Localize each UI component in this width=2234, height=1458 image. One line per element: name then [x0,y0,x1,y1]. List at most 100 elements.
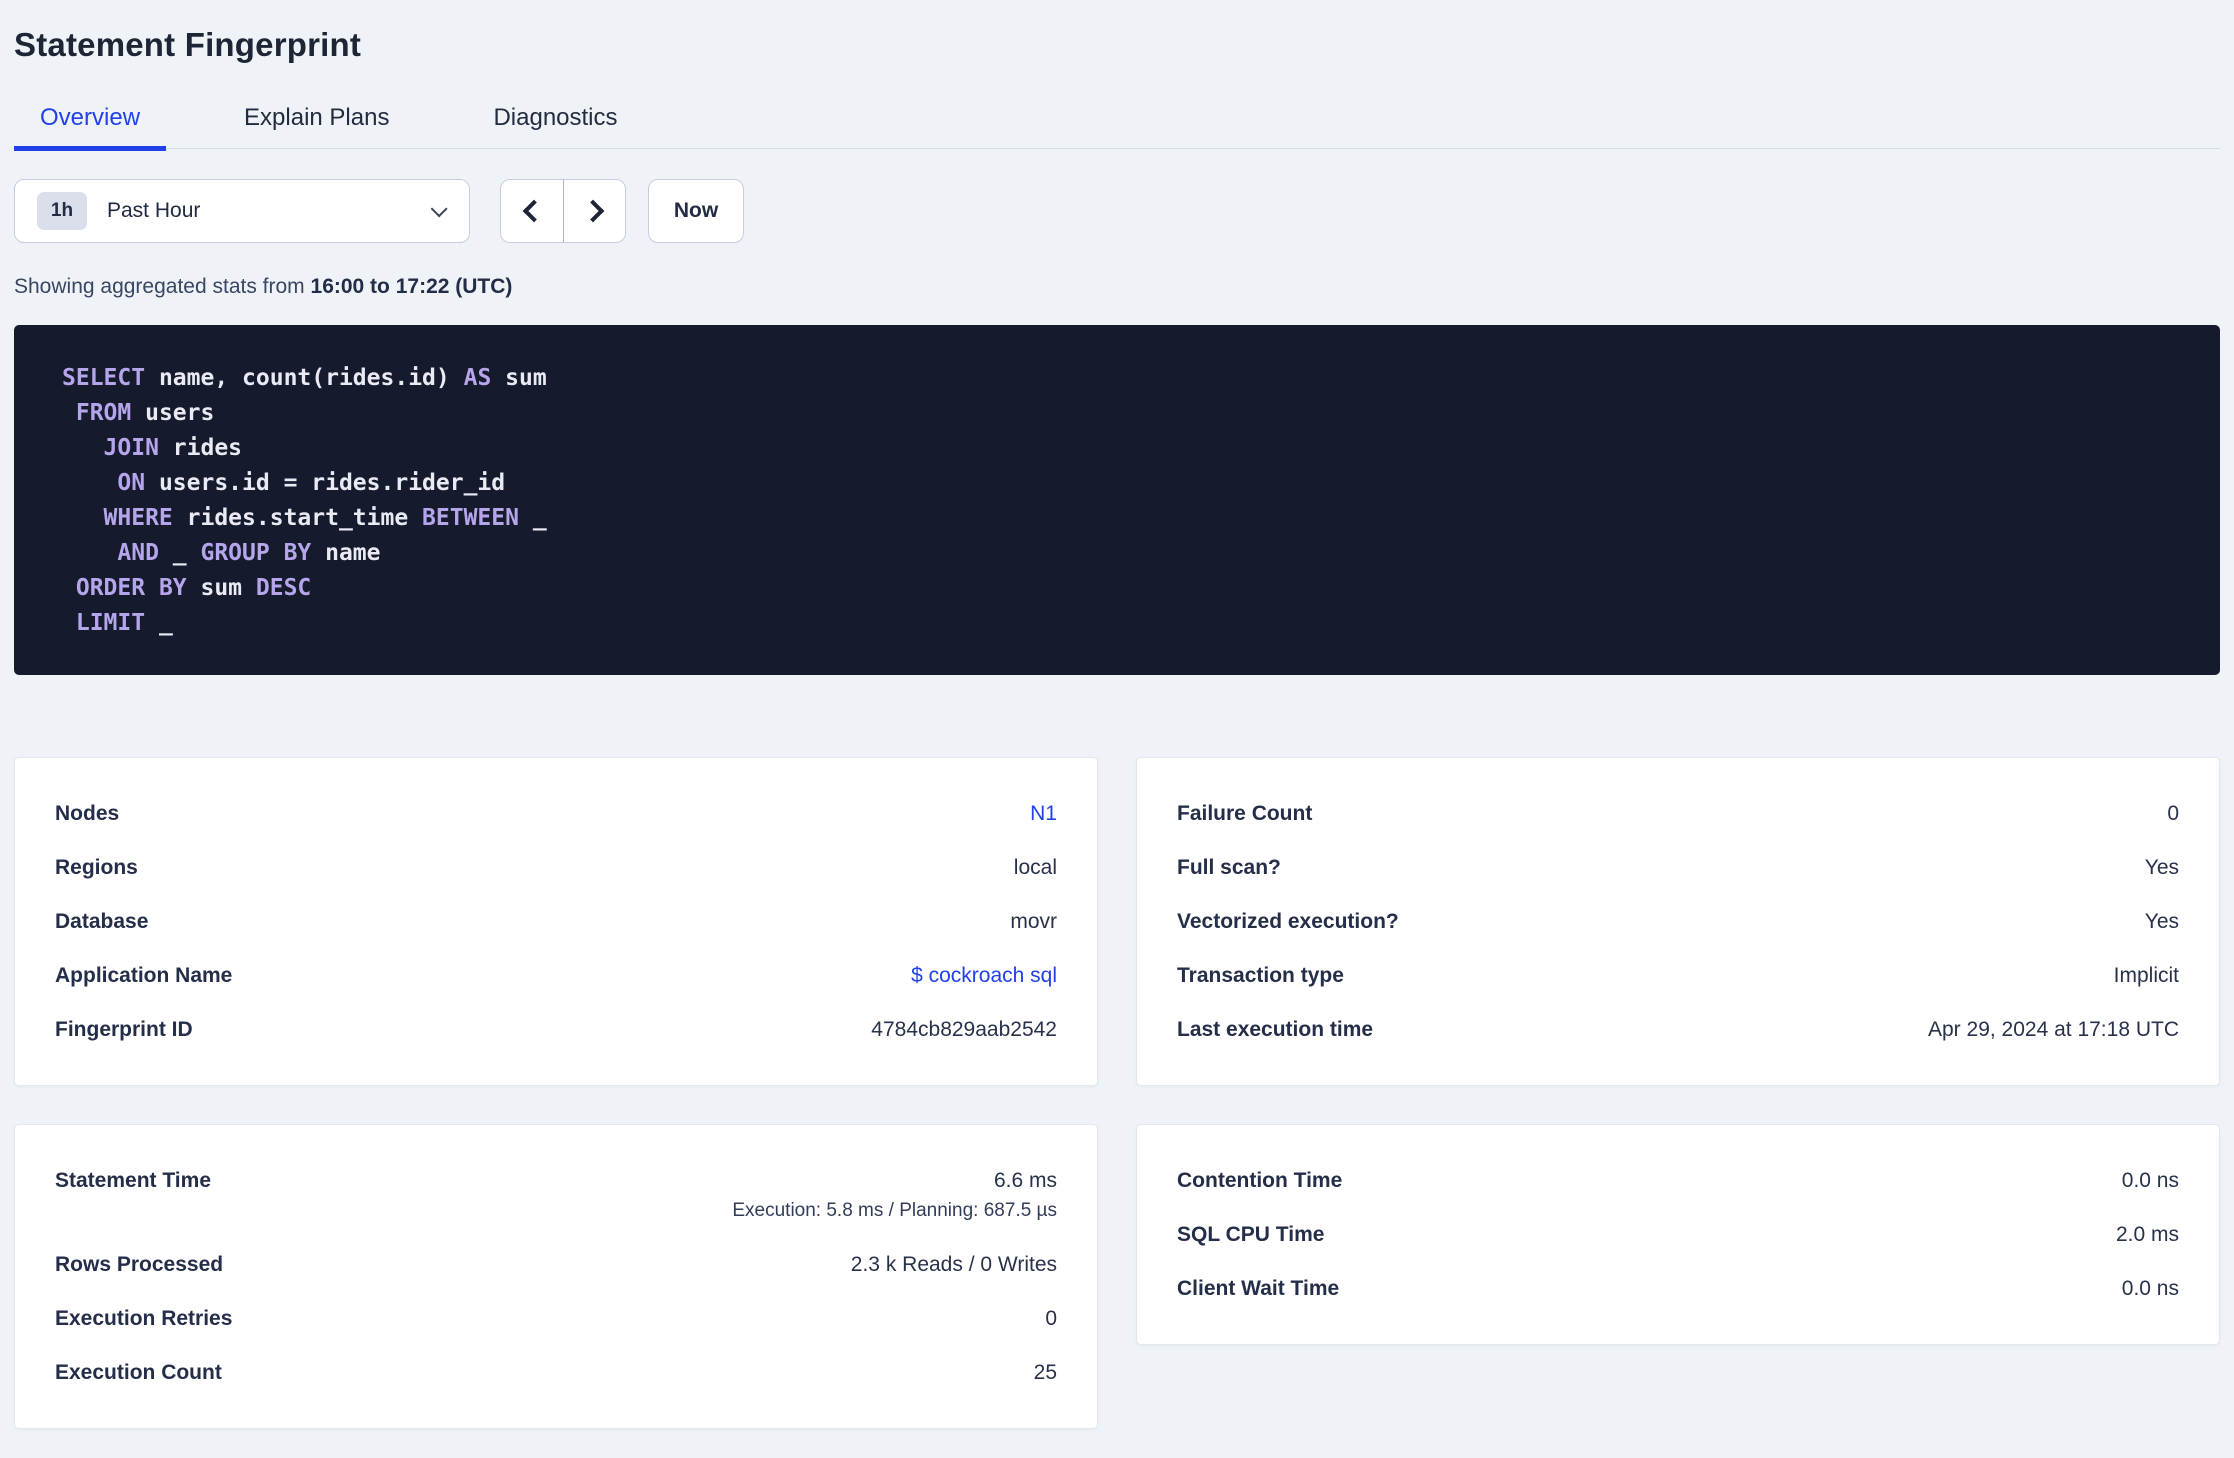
row-value-group: 4784cb829aab2542 [871,1017,1057,1042]
execution-attributes-panel: Failure Count 0 Full scan? Yes Vectorized ex… [1136,757,2220,1086]
sql-line: FROM users [62,396,2172,431]
aggregated-stats-range: 16:00 to 17:22 (UTC) [310,275,513,298]
aggregated-stats-prefix: Showing aggregated stats from [14,275,305,298]
row-label: Execution Count [55,1361,222,1384]
row-label: Last execution time [1177,1018,1374,1041]
row-label: Execution Retries [55,1307,233,1330]
detail-row: Rows Processed 2.3 k Reads / 0 Writes [55,1238,1057,1292]
detail-row: Contention Time 0.0 ns [1177,1154,2179,1208]
row-value-group: N1 [1030,801,1057,826]
detail-row: Full scan? Yes [1177,841,2179,895]
sql-keyword: AND [117,540,159,566]
detail-row: Regions local [55,841,1057,895]
aggregated-stats-line: Showing aggregated stats from 16:00 to 1… [14,275,2220,299]
detail-row: Failure Count 0 [1177,787,2179,841]
sql-text: users [131,400,215,426]
time-stats-panel: Contention Time 0.0 ns SQL CPU Time 2.0 ms C… [1136,1124,2220,1345]
tab-overview[interactable]: Overview [14,104,167,151]
sql-keyword: AS [463,365,492,391]
sql-keyword: BETWEEN [422,505,519,531]
stats-row: Statement Time 6.6 ms Execution: 5.8 ms / … [14,1124,2220,1429]
detail-row: Fingerprint ID 4784cb829aab2542 [55,1003,1057,1057]
sql-text: name [311,540,381,566]
detail-row: Transaction type Implicit [1177,949,2179,1003]
sql-text: sum [491,365,547,391]
row-label: Contention Time [1177,1169,1343,1192]
time-range-select[interactable]: 1h Past Hour [14,179,470,243]
sql-statement-box: SELECT name, count(rides.id) AS sum FROM… [14,325,2220,675]
tab-explain-plans-label: Explain Plans [244,104,390,131]
time-controls: 1h Past Hour Now [14,179,2220,243]
tab-diagnostics[interactable]: Diagnostics [467,104,643,151]
sql-keyword: DESC [255,575,312,601]
details-row: Nodes N1 Regions local Database movr Applicati… [14,757,2220,1086]
row-value: 2.0 ms [2115,1223,2179,1246]
sql-text: _ [145,610,173,636]
range-duration-badge: 1h [37,192,87,230]
row-value-link[interactable]: $ cockroach sql [911,963,1057,988]
detail-row: SQL CPU Time 2.0 ms [1177,1208,2179,1262]
row-value: 2.3 k Reads / 0 Writes [850,1253,1057,1276]
next-range-button[interactable] [563,179,626,243]
row-value: local [1013,856,1057,879]
tab-overview-label: Overview [40,104,141,131]
row-value: Apr 29, 2024 at 17:18 UTC [1928,1018,2179,1041]
statement-fingerprint-page: Statement Fingerprint Overview Explain P… [0,0,2234,1429]
tab-diagnostics-label: Diagnostics [493,104,618,131]
chevron-left-icon [522,199,546,223]
sql-line: AND _ GROUP BY name [62,536,2172,571]
row-value-group: local [1014,855,1057,880]
row-value-group: 0.0 ns [2122,1168,2179,1193]
row-label: SQL CPU Time [1177,1223,1325,1246]
sql-keyword: JOIN [103,435,159,461]
row-label: Regions [55,856,138,879]
row-value-group: Yes [2145,909,2179,934]
tab-explain-plans[interactable]: Explain Plans [218,104,415,151]
row-label: Statement Time [55,1169,211,1192]
sql-text: rides [158,435,243,461]
row-label: Application Name [55,964,233,987]
row-value-group: 25 [1034,1360,1057,1385]
row-value: Yes [2144,910,2179,933]
row-value-group: 2.3 k Reads / 0 Writes [851,1252,1057,1277]
row-value-group: Yes [2145,855,2179,880]
sql-keyword: SELECT [62,365,146,391]
row-value-link[interactable]: N1 [1030,801,1057,826]
prev-range-button[interactable] [500,179,563,243]
row-label: Rows Processed [55,1253,224,1276]
row-value-group: 6.6 ms Execution: 5.8 ms / Planning: 687.… [732,1168,1057,1223]
detail-row: Last execution time Apr 29, 2024 at 17:18… [1177,1003,2179,1057]
now-button[interactable]: Now [648,179,744,243]
sql-line: ORDER BY sum DESC [62,571,2172,606]
sql-text: rides.start_time [172,505,423,531]
row-value: movr [1010,910,1057,933]
chevron-down-icon [430,200,448,218]
sql-line: SELECT name, count(rides.id) AS sum [62,361,2172,396]
sql-text: users.id = rides.rider_id [145,470,506,496]
row-value: 0 [2167,802,2179,825]
detail-row: Execution Retries 0 [55,1292,1057,1346]
range-step-buttons [500,179,626,243]
detail-row: Database movr [55,895,1057,949]
row-value-group: 2.0 ms [2116,1222,2179,1247]
sql-keyword: GROUP BY [200,540,312,566]
row-label: Fingerprint ID [55,1018,193,1041]
statement-details-panel: Nodes N1 Regions local Database movr Applicati… [14,757,1098,1086]
row-label: Nodes [55,802,120,825]
statement-stats-panel: Statement Time 6.6 ms Execution: 5.8 ms / … [14,1124,1098,1429]
sql-line: LIMIT _ [62,606,2172,641]
tab-bar: Overview Explain Plans Diagnostics [14,104,2220,151]
row-value-group: 0 [2167,801,2179,826]
row-label: Transaction type [1177,964,1344,987]
range-label: Past Hour [107,199,201,222]
row-value: 25 [1033,1361,1057,1384]
sql-keyword: WHERE [103,505,173,531]
detail-row: Statement Time 6.6 ms Execution: 5.8 ms / … [55,1154,1057,1238]
row-label: Client Wait Time [1177,1277,1340,1300]
